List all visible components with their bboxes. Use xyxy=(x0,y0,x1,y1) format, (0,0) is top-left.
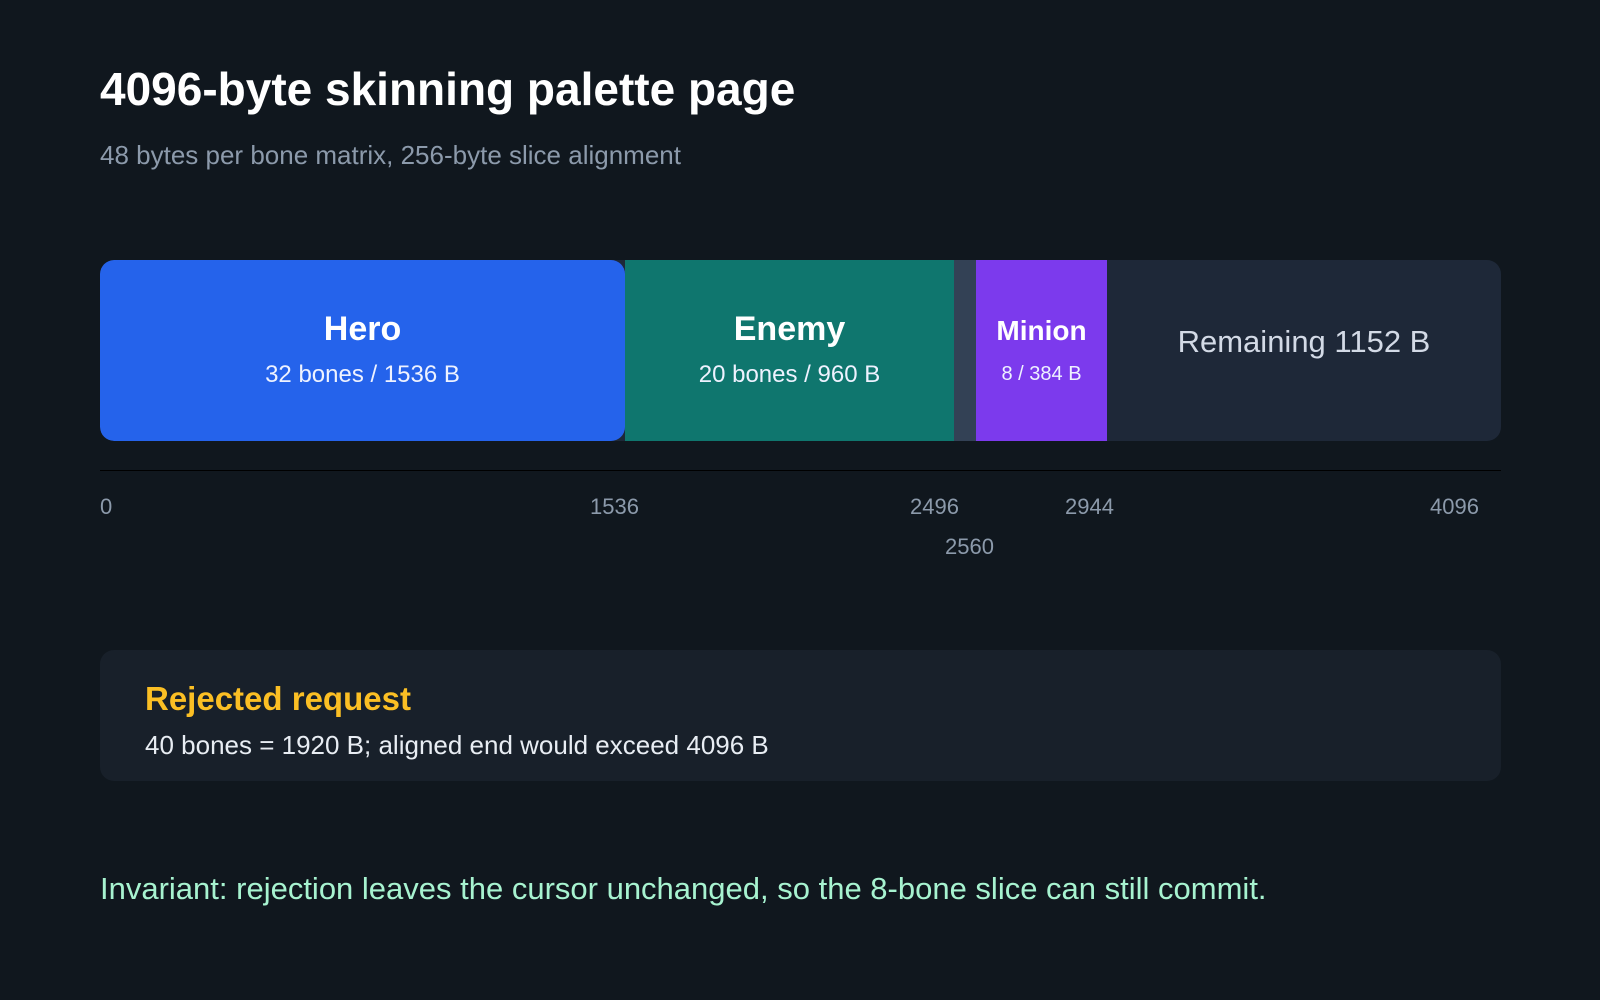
segment-hero-name: Hero xyxy=(323,310,402,348)
segment-minion-name: Minion xyxy=(996,315,1087,346)
segment-hero: Hero 32 bones / 1536 B xyxy=(100,260,625,441)
page-subtitle: 48 bytes per bone matrix, 256-byte slice… xyxy=(100,140,681,170)
tick-label-2560: 2560 xyxy=(945,534,994,559)
segment-enemy-name: Enemy xyxy=(733,310,846,348)
axis-line xyxy=(100,470,1501,471)
segment-enemy: Enemy 20 bones / 960 B xyxy=(625,260,954,441)
tick-label-0: 0 xyxy=(100,494,113,519)
page-title: 4096-byte skinning palette page xyxy=(100,63,796,115)
palette-page-bar: Hero 32 bones / 1536 B Enemy 20 bones / … xyxy=(100,260,1501,441)
tick-label-1536: 1536 xyxy=(590,494,639,519)
rejected-request-panel: Rejected request 40 bones = 1920 B; alig… xyxy=(100,650,1501,781)
tick-label-2944: 2944 xyxy=(1065,494,1114,519)
segment-enemy-detail: 20 bones / 960 B xyxy=(698,361,881,388)
invariant-note: Invariant: rejection leaves the cursor u… xyxy=(100,871,1267,906)
tick-label-4096: 4096 xyxy=(1430,494,1479,519)
segment-alignment-gap xyxy=(954,260,976,441)
segment-remaining: Remaining 1152 B xyxy=(1107,260,1501,441)
rejected-request-title: Rejected request xyxy=(145,680,411,717)
segment-hero-detail: 32 bones / 1536 B xyxy=(265,361,460,388)
segment-minion: Minion 8 / 384 B xyxy=(976,260,1107,441)
segment-minion-detail: 8 / 384 B xyxy=(1001,363,1082,385)
segment-remaining-label: Remaining 1152 B xyxy=(1177,324,1431,359)
tick-label-2496: 2496 xyxy=(910,494,959,519)
rejected-request-body: 40 bones = 1920 B; aligned end would exc… xyxy=(145,730,769,760)
